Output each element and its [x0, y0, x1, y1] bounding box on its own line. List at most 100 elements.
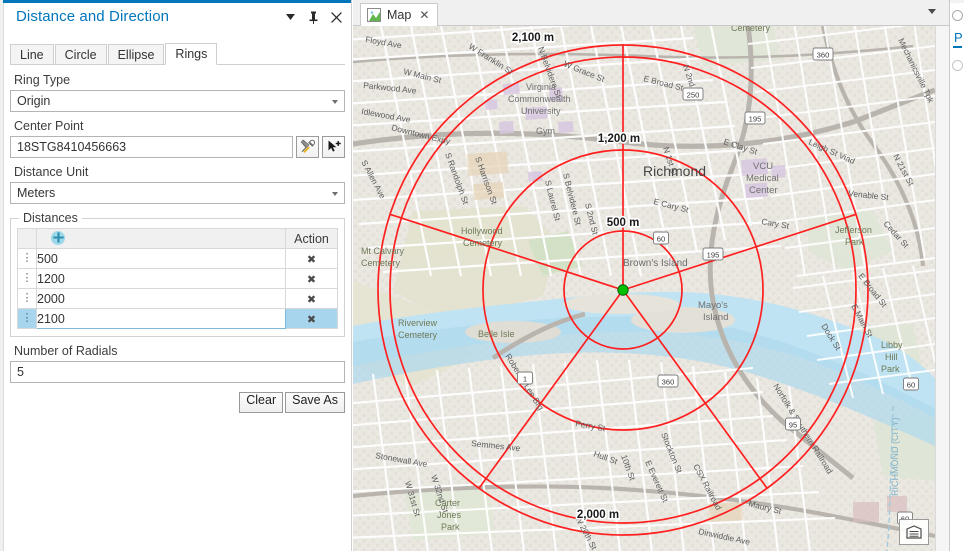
place-label: Park [881, 364, 900, 374]
place-label: Hill [885, 352, 898, 362]
place-label: Jefferson [835, 225, 872, 235]
sliver-underline [953, 46, 962, 48]
ring-label: 2,100 m [512, 32, 554, 44]
ring-type-label: Ring Type [14, 73, 71, 87]
route-shield-label: 1 [523, 374, 527, 383]
sliver-accent [950, 0, 964, 3]
map-canvas[interactable]: W Franklin StW Main St W Grace St E Broad … [353, 26, 935, 551]
save-as-button[interactable]: Save As [285, 392, 345, 413]
place-label: Richmond [643, 163, 706, 179]
panel-left-rail [0, 0, 4, 551]
place-label: Riverview [398, 318, 438, 328]
map-layer-icon [367, 8, 381, 22]
place-label: Medical [746, 173, 779, 184]
ring-label: 1,200 m [598, 133, 640, 145]
place-label: Cemetery [398, 330, 438, 340]
place-label: Island [703, 312, 728, 323]
panel-action-buttons: Clear Save As [10, 392, 345, 413]
distance-and-direction-panel: Distance and Direction Line Circle Ellip… [0, 0, 352, 551]
tab-overflow-caret-icon[interactable] [928, 9, 936, 14]
adjacent-panel-sliver[interactable]: P [949, 0, 964, 551]
place-label: Hollywood [461, 226, 503, 236]
table-row[interactable]: ⋮ 1200 ✖ [17, 268, 338, 289]
table-row[interactable]: ⋮ 2000 ✖ [17, 288, 338, 309]
delete-row-button[interactable]: ✖ [285, 288, 338, 309]
tab-map[interactable]: Map ✕ [360, 3, 439, 26]
row-drag-handle[interactable]: ⋮ [17, 288, 37, 309]
center-point-input[interactable]: 18STG8410456663 [10, 136, 293, 158]
header-add-cell [36, 228, 286, 249]
route-shield-label: 60 [907, 380, 915, 389]
close-icon[interactable] [329, 10, 343, 24]
ring-type-value: Origin [17, 94, 51, 108]
row-drag-handle[interactable]: ⋮ [17, 268, 37, 289]
route-shield-label: 360 [662, 377, 675, 386]
tab-rings[interactable]: Rings [165, 43, 218, 65]
tab-ellipse[interactable]: Ellipse [107, 44, 165, 65]
table-header-row: Action [17, 228, 338, 249]
ring-label: 500 m [607, 217, 640, 229]
distances-table-body: ⋮ 500 ✖ ⋮ 1200 ✖ ⋮ 2000 ✖ ⋮ 2100 ✖ [17, 248, 338, 329]
distance-unit-label: Distance Unit [14, 165, 89, 179]
place-label: Cemetery [463, 238, 503, 248]
route-shield-label: 360 [817, 50, 830, 59]
place-label: Commonwealth [508, 94, 571, 104]
center-point-marker[interactable] [617, 284, 629, 296]
header-action-cell: Action [285, 228, 338, 249]
delete-row-button[interactable]: ✖ [285, 308, 338, 329]
close-icon: ✖ [306, 253, 317, 266]
sliver-title-fragment: P [954, 30, 963, 45]
distances-group: Distances Action ⋮ 500 ✖ ⋮ 1200 ✖ ⋮ 2000… [10, 211, 345, 337]
ring-type-select[interactable]: Origin [10, 90, 345, 112]
distance-value-input[interactable]: 2000 [36, 288, 286, 309]
place-label: Mt Calvary [361, 246, 405, 256]
row-drag-handle[interactable]: ⋮ [17, 248, 37, 269]
place-label: Mayo's [698, 300, 728, 311]
distance-value-input[interactable]: 500 [36, 248, 286, 269]
distances-group-title: Distances [19, 211, 82, 225]
panel-tabs: Line Circle Ellipse Rings [10, 43, 345, 65]
place-label: Brown's Island [623, 258, 688, 269]
add-row-icon[interactable] [51, 230, 65, 245]
panel-content: Ring Type Origin Center Point 18STG84104… [10, 65, 345, 551]
number-of-radials-label: Number of Radials [14, 344, 118, 358]
distance-unit-select[interactable]: Meters [10, 182, 345, 204]
pin-icon[interactable] [306, 10, 320, 24]
place-label: Cemetery [361, 258, 401, 268]
place-label: Belle Isle [478, 329, 515, 339]
place-label: Gym [536, 126, 555, 136]
place-label: Virginia [526, 82, 556, 92]
tab-circle[interactable]: Circle [54, 44, 107, 65]
distance-value-input[interactable]: 1200 [36, 268, 286, 289]
number-of-radials-input[interactable]: 5 [10, 361, 345, 383]
menu-caret-icon[interactable] [283, 10, 297, 24]
delete-row-button[interactable]: ✖ [285, 248, 338, 269]
place-label: Center [749, 185, 778, 196]
chevron-down-icon [332, 100, 338, 104]
table-row[interactable]: ⋮ 500 ✖ [17, 248, 338, 269]
row-drag-handle[interactable]: ⋮ [17, 308, 37, 329]
place-label: Carter [435, 498, 460, 508]
close-icon: ✖ [306, 313, 317, 326]
map-view[interactable]: W Franklin St W Main St W Grace St E Broad … [353, 26, 935, 551]
map-point-picker-button[interactable] [322, 136, 345, 158]
place-label: Jones [437, 510, 462, 520]
ring-label: 2,000 m [577, 509, 619, 521]
map-right-gutter[interactable] [935, 26, 949, 551]
tab-line[interactable]: Line [10, 44, 54, 65]
panel-header: Distance and Direction [4, 3, 351, 33]
map-dock: Map ✕ W Franklin St W Main St W Grace St… [353, 0, 949, 551]
place-label: Cemetery [731, 26, 771, 33]
route-shield-label: 250 [687, 90, 700, 99]
place-label: Park [441, 522, 460, 532]
distance-value-input[interactable]: 2100 [36, 308, 286, 329]
basemap-gallery-icon[interactable] [899, 519, 929, 545]
clear-button[interactable]: Clear [239, 392, 284, 413]
place-label: Park [845, 237, 864, 247]
map-tab-bar: Map ✕ [353, 0, 949, 26]
route-shield-label: 195 [749, 114, 762, 123]
coordinate-tool-button[interactable] [296, 136, 319, 158]
table-row[interactable]: ⋮ 2100 ✖ [17, 308, 338, 329]
delete-row-button[interactable]: ✖ [285, 268, 338, 289]
close-icon[interactable]: ✕ [419, 8, 429, 22]
